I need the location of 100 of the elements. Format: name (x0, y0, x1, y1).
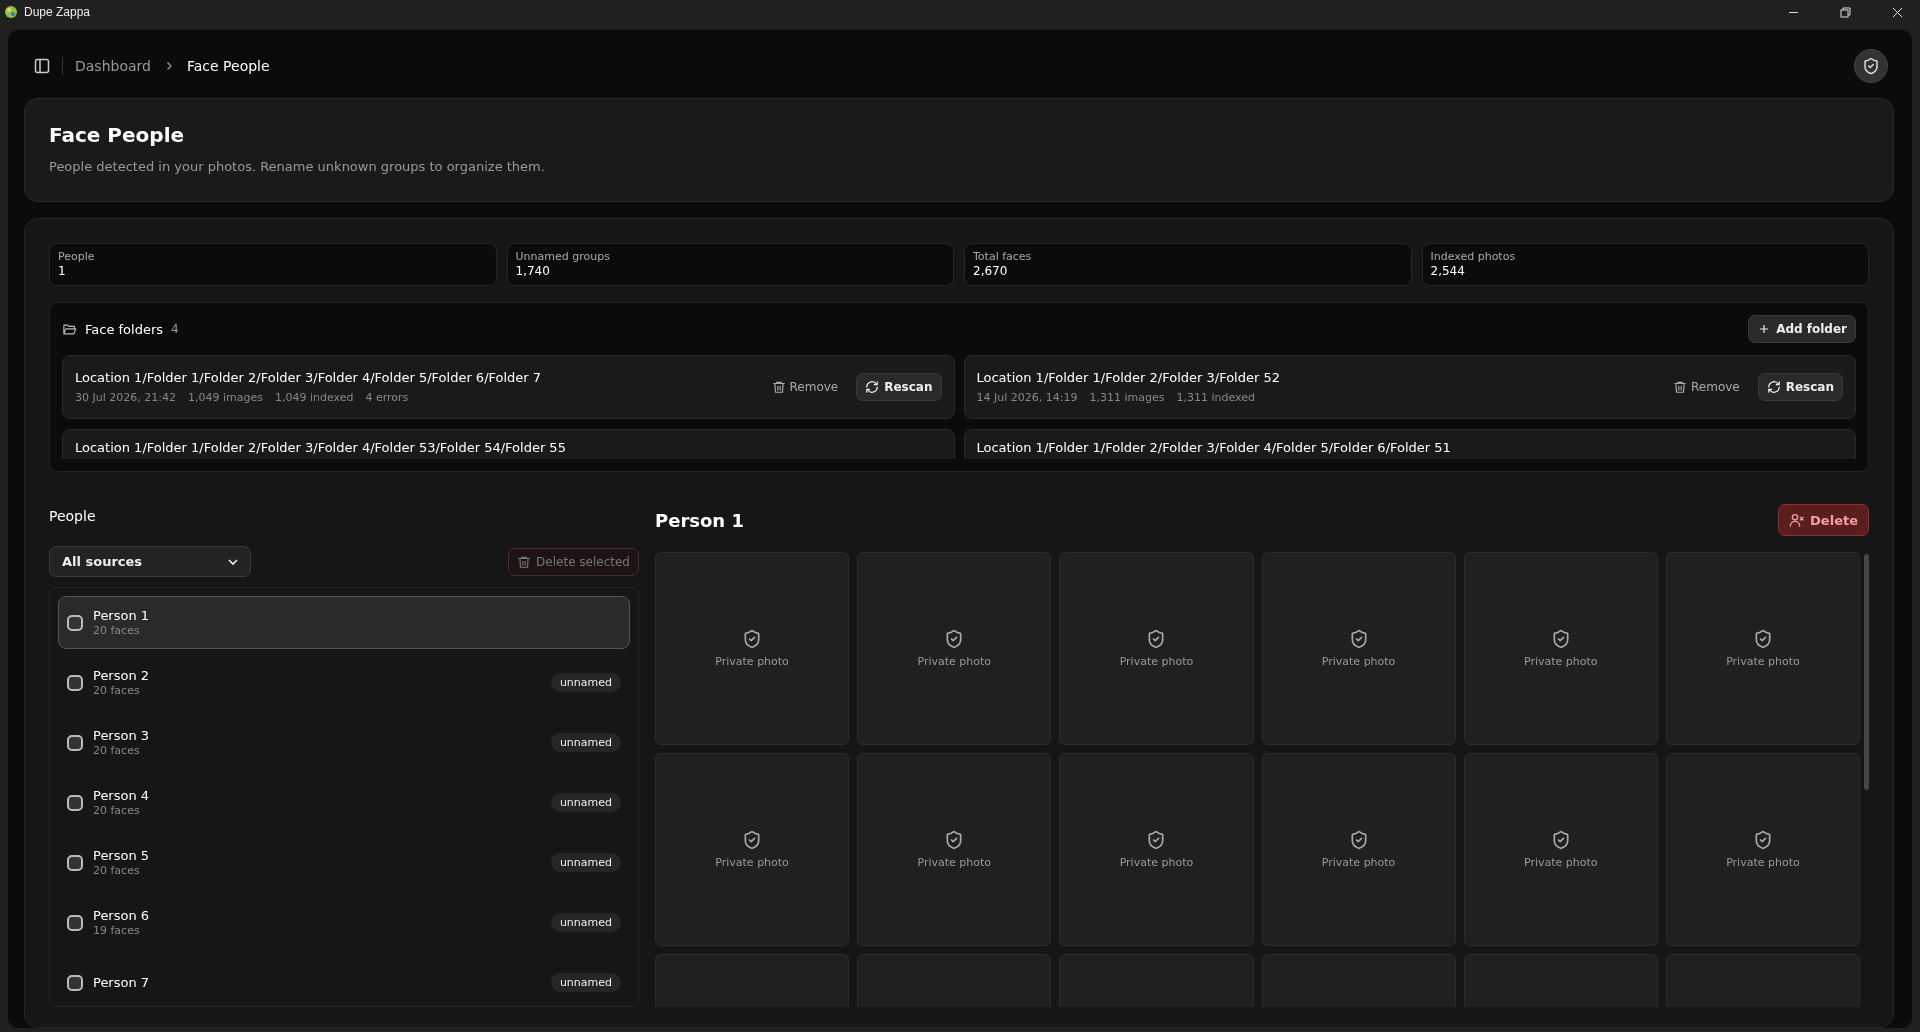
trash-icon (517, 554, 532, 569)
photo-label: Private photo (1321, 655, 1396, 668)
photo-label: Private photo (917, 655, 992, 668)
rescan-button[interactable]: Rescan (1757, 373, 1843, 401)
shield-check-icon (742, 830, 763, 850)
folder-path: Location 1/Folder 1/Folder 2/Folder 3/Folder 52 (976, 370, 1281, 385)
checkbox[interactable] (67, 734, 83, 751)
refresh-icon (865, 380, 880, 394)
shield-check-icon (944, 629, 965, 649)
person-name: Person 6 (93, 908, 151, 923)
photo-tile[interactable]: Private photo (1665, 753, 1860, 946)
person-name: Person 7 (93, 975, 151, 990)
stat-value: 1,740 (515, 264, 551, 278)
stat-value: 2,544 (1430, 264, 1466, 278)
stat-label: People (58, 250, 96, 263)
stat-label: Unnamed groups (515, 250, 611, 263)
person-name: Person 3 (93, 728, 151, 743)
photo-tile[interactable]: Private photo (857, 753, 1052, 946)
folder-icon (62, 321, 77, 337)
face-count: 19 faces (93, 924, 141, 937)
source-dropdown[interactable]: All sources (49, 546, 251, 577)
person-row[interactable]: Person 7 unnamed (58, 956, 630, 1006)
shield-check-icon (742, 629, 763, 649)
folder-path: Location 1/Folder 1/Folder 2/Folder 3/Folder 4/Folder 53/Folder 54/Folder 55 (75, 440, 567, 455)
page-subtitle: People detected in your photos. Rename unknown groups to organize them. (49, 159, 546, 174)
folder-meta: 1,311 images (1089, 391, 1165, 404)
folder-path: Location 1/Folder 1/Folder 2/Folder 3/Folder 4/Folder 5/Folder 6/Folder 7 (75, 370, 543, 385)
unnamed-badge: unnamed (550, 973, 621, 992)
photo-label: Private photo (1726, 856, 1800, 869)
photo-tile[interactable]: Private photo (655, 552, 850, 745)
photo-tile[interactable]: Private photo (1665, 552, 1860, 745)
refresh-icon (1766, 380, 1781, 394)
folder-meta: 1,049 images (187, 391, 263, 404)
checkbox[interactable] (67, 974, 83, 991)
remove-user-icon (1789, 512, 1806, 528)
photo-label: Private photo (1523, 856, 1598, 869)
face-count: 20 faces (93, 744, 141, 757)
remove-button[interactable]: Remove (1667, 379, 1746, 395)
shield-button[interactable] (1854, 49, 1888, 83)
folders-count: 4 (171, 322, 179, 336)
breadcrumb-item[interactable]: Dashboard (75, 58, 151, 74)
person-name: Person 4 (93, 788, 151, 803)
photo-label: Private photo (715, 655, 789, 668)
photo-tile[interactable]: Private photo (1261, 753, 1456, 946)
shield-check-icon (1146, 830, 1167, 850)
unnamed-badge: unnamed (550, 793, 621, 812)
remove-button[interactable]: Remove (765, 379, 845, 395)
rescan-button[interactable]: Rescan (856, 373, 942, 401)
checkbox[interactable] (67, 794, 83, 811)
photo-label: Private photo (1726, 655, 1800, 668)
shield-check-icon (1146, 629, 1167, 649)
person-row[interactable]: Person 2 20 faces unnamed (58, 656, 630, 709)
person-row[interactable]: Person 3 20 faces unnamed (58, 716, 630, 769)
person-name: Person 1 (93, 608, 151, 623)
breadcrumb-item: Face People (186, 58, 270, 74)
unnamed-badge: unnamed (550, 853, 621, 872)
photo-tile[interactable]: Private photo (655, 753, 850, 946)
person-title: Person 1 (655, 509, 744, 531)
photo-tile[interactable]: Private photo (1463, 552, 1658, 745)
face-count: 20 faces (93, 864, 141, 877)
app-logo-icon (4, 5, 18, 19)
unnamed-badge: unnamed (550, 733, 621, 752)
photo-tile[interactable]: Private photo (1463, 753, 1658, 946)
face-count: 20 faces (93, 684, 141, 697)
person-row[interactable]: Person 4 20 faces unnamed (58, 776, 630, 829)
photo-tile[interactable]: Private photo (857, 552, 1052, 745)
person-name: Person 5 (93, 848, 151, 863)
restore-icon[interactable] (1839, 6, 1851, 18)
trash-icon (1673, 380, 1687, 394)
photo-label: Private photo (715, 856, 789, 869)
checkbox[interactable] (67, 854, 83, 871)
page-title: Face People (49, 123, 186, 147)
photo-tile[interactable]: Private photo (1059, 552, 1254, 745)
photo-label: Private photo (1321, 856, 1396, 869)
person-row[interactable]: Person 1 20 faces (58, 596, 630, 649)
stat-value: 1 (58, 264, 67, 278)
checkbox[interactable] (67, 614, 83, 631)
checkbox[interactable] (67, 914, 83, 931)
scrollbar[interactable] (1864, 554, 1869, 790)
unnamed-badge: unnamed (550, 673, 621, 692)
person-row[interactable]: Person 5 20 faces unnamed (58, 836, 630, 889)
person-row[interactable]: Person 6 19 faces unnamed (58, 896, 630, 949)
delete-button[interactable]: Delete (1778, 504, 1869, 536)
shield-check-icon (1862, 57, 1880, 75)
photo-label: Private photo (1119, 856, 1194, 869)
folder-meta: 4 errors (365, 391, 409, 404)
window-title: Dupe Zappa (24, 5, 91, 19)
checkbox[interactable] (67, 674, 83, 691)
folders-title: Face folders (85, 321, 164, 337)
shield-check-icon (944, 830, 965, 850)
person-name: Person 2 (93, 668, 151, 683)
trash-icon (771, 380, 786, 394)
sidebar-toggle-icon[interactable] (34, 58, 50, 74)
photo-tile[interactable]: Private photo (1261, 552, 1456, 745)
add-folder-button[interactable]: Add folder (1748, 315, 1856, 343)
folder-meta: 1,311 indexed (1176, 391, 1255, 404)
close-icon[interactable] (1891, 6, 1903, 18)
photo-tile[interactable]: Private photo (1059, 753, 1254, 946)
folder-meta: 30 Jul 2026, 21:42 (75, 391, 176, 404)
stat-label: Total faces (973, 250, 1033, 263)
